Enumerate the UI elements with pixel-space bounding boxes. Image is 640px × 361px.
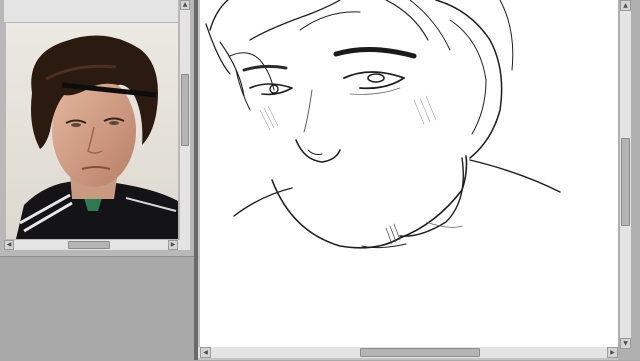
scroll-up-arrow-icon[interactable]: ▲ <box>180 0 190 10</box>
reference-horizontal-scroll-thumb[interactable] <box>68 241 110 249</box>
canvas-scroll-left-arrow-icon[interactable]: ◀ <box>200 347 211 358</box>
reference-image-view[interactable] <box>6 23 178 239</box>
pencil-sketch-portrait <box>205 0 561 249</box>
canvas-scroll-down-arrow-icon[interactable]: ▼ <box>620 338 631 349</box>
reference-vertical-scroll-thumb[interactable] <box>181 74 189 146</box>
canvas-vertical-scrollbar[interactable]: ▲ ▼ <box>618 0 640 360</box>
scroll-right-arrow-icon[interactable]: ▶ <box>168 240 178 250</box>
reference-panel: ▲ ◀ ▶ <box>0 0 194 256</box>
canvas-horizontal-scroll-thumb[interactable] <box>360 348 480 357</box>
scroll-left-arrow-icon[interactable]: ◀ <box>4 240 14 250</box>
empty-panel-area <box>0 256 194 361</box>
canvas-panel: ◀ ▶ <box>198 0 640 360</box>
canvas-scroll-up-arrow-icon[interactable]: ▲ <box>620 0 631 11</box>
reference-portrait-photo <box>6 23 178 239</box>
drawing-canvas[interactable] <box>200 0 618 347</box>
canvas-scroll-right-arrow-icon[interactable]: ▶ <box>607 347 618 358</box>
reference-top-strip <box>4 0 178 22</box>
canvas-vertical-scroll-thumb[interactable] <box>621 138 630 226</box>
